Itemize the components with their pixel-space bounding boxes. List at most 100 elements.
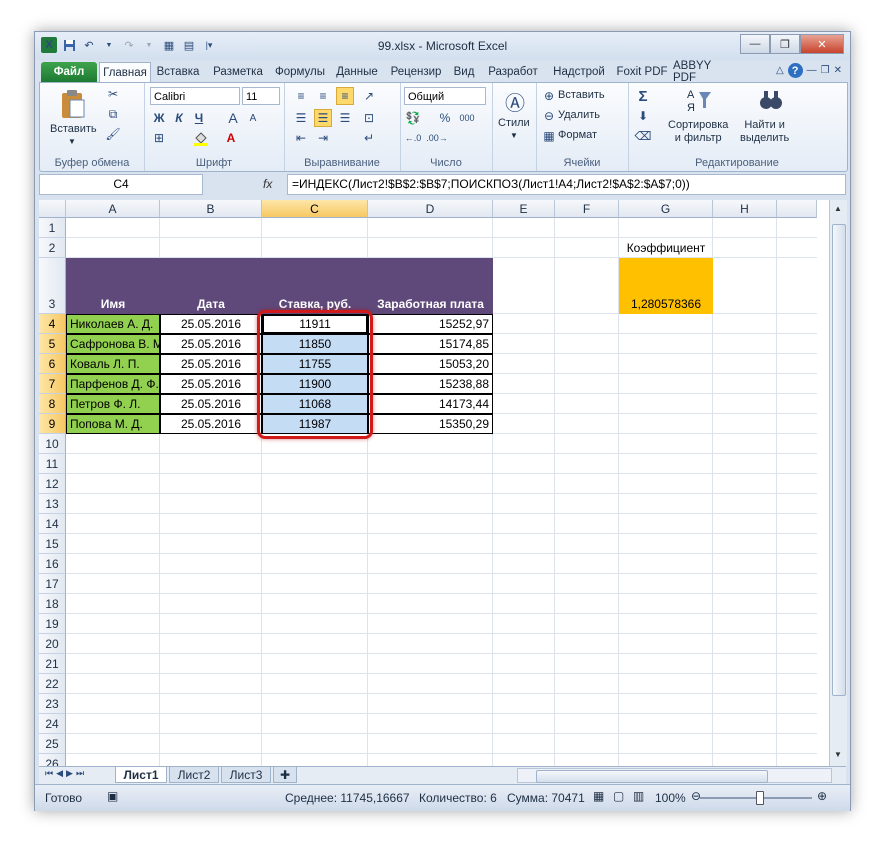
- italic-button[interactable]: К: [170, 109, 188, 127]
- currency-icon[interactable]: 💱: [404, 109, 422, 127]
- row-header-24[interactable]: 24: [39, 714, 66, 734]
- merge-icon[interactable]: ⊡: [360, 109, 378, 127]
- paste-button[interactable]: Вставить: [50, 123, 97, 135]
- row-header-3[interactable]: 3: [39, 258, 66, 314]
- restore-doc-icon[interactable]: ❐: [821, 65, 830, 76]
- clear-icon[interactable]: ⌫: [634, 127, 652, 145]
- date-cell[interactable]: 25.05.2016: [160, 334, 262, 354]
- align-left-icon[interactable]: ☰: [292, 109, 310, 127]
- align-middle-icon[interactable]: ≡: [314, 87, 332, 105]
- select-all-corner[interactable]: [39, 200, 66, 218]
- row-header-4[interactable]: 4: [39, 314, 66, 334]
- page-break-icon[interactable]: ▥: [633, 789, 644, 803]
- increase-indent-icon[interactable]: ⇥: [314, 129, 332, 147]
- macro-record-icon[interactable]: ▣: [107, 789, 118, 803]
- scroll-thumb[interactable]: [832, 224, 846, 696]
- row-header-2[interactable]: 2: [39, 238, 66, 258]
- column-header-g[interactable]: G: [619, 200, 713, 218]
- decrease-decimal-icon[interactable]: .00→: [426, 129, 448, 147]
- date-cell[interactable]: 25.05.2016: [160, 374, 262, 394]
- minimize-button[interactable]: —: [740, 34, 770, 54]
- date-cell[interactable]: 25.05.2016: [160, 314, 262, 334]
- row-header-22[interactable]: 22: [39, 674, 66, 694]
- row-header-8[interactable]: 8: [39, 394, 66, 414]
- row-header-7[interactable]: 7: [39, 374, 66, 394]
- tab-addins[interactable]: Надстрой: [547, 62, 611, 82]
- row-header-14[interactable]: 14: [39, 514, 66, 534]
- format-cells-icon[interactable]: ▦: [540, 127, 558, 145]
- column-header-d[interactable]: D: [368, 200, 493, 218]
- close-doc-icon[interactable]: ✕: [834, 65, 842, 76]
- help-icon[interactable]: ?: [787, 63, 803, 78]
- close-button[interactable]: ✕: [800, 34, 844, 54]
- number-format-select[interactable]: Общий: [404, 87, 486, 105]
- thousands-button[interactable]: 000: [458, 109, 476, 127]
- row-header-16[interactable]: 16: [39, 554, 66, 574]
- sheet-tab-2[interactable]: Лист2: [169, 767, 219, 783]
- column-header-e[interactable]: E: [493, 200, 555, 218]
- name-cell[interactable]: Сафронова В. М.: [66, 334, 160, 354]
- styles-dropdown-icon[interactable]: ▼: [510, 131, 518, 140]
- row-header-25[interactable]: 25: [39, 734, 66, 754]
- coefficient-label[interactable]: Коэффициент: [619, 238, 713, 258]
- salary-cell[interactable]: 15174,85: [368, 334, 493, 354]
- zoom-level[interactable]: 100%: [655, 791, 686, 805]
- collapse-ribbon-icon[interactable]: △: [776, 65, 784, 76]
- salary-cell[interactable]: 15350,29: [368, 414, 493, 434]
- percent-button[interactable]: %: [436, 109, 454, 127]
- table-header-cell[interactable]: Ставка, руб.: [262, 258, 368, 314]
- find-select-button[interactable]: Найти и выделить: [740, 119, 789, 145]
- table-header-cell[interactable]: Дата: [160, 258, 262, 314]
- row-header-19[interactable]: 19: [39, 614, 66, 634]
- salary-cell[interactable]: 15053,20: [368, 354, 493, 374]
- horizontal-scrollbar[interactable]: [517, 768, 832, 783]
- row-header-17[interactable]: 17: [39, 574, 66, 594]
- grow-font-button[interactable]: A: [224, 109, 242, 127]
- tab-insert[interactable]: Вставка: [153, 62, 203, 82]
- font-name-select[interactable]: Calibri: [150, 87, 240, 105]
- zoom-slider-thumb[interactable]: [756, 791, 764, 805]
- styles-icon[interactable]: Ⓐ: [502, 87, 528, 115]
- sort-filter-icon[interactable]: АЯ: [684, 85, 714, 115]
- name-cell[interactable]: Парфенов Д. Ф.: [66, 374, 160, 394]
- name-cell[interactable]: Попова М. Д.: [66, 414, 160, 434]
- zoom-out-icon[interactable]: ⊖: [691, 789, 701, 803]
- row-header-6[interactable]: 6: [39, 354, 66, 374]
- row-header-23[interactable]: 23: [39, 694, 66, 714]
- tab-data[interactable]: Данные: [331, 62, 383, 82]
- row-header-5[interactable]: 5: [39, 334, 66, 354]
- delete-cells-icon[interactable]: ⊖: [540, 107, 558, 125]
- scroll-up-icon[interactable]: ▲: [832, 202, 844, 216]
- tab-abbyy[interactable]: ABBYY PDF: [673, 60, 733, 84]
- coefficient-value[interactable]: 1,280578366: [619, 258, 713, 314]
- format-cells-button[interactable]: Формат: [558, 129, 597, 141]
- column-header-c[interactable]: C: [262, 200, 368, 218]
- font-size-select[interactable]: 11: [242, 87, 280, 105]
- orientation-icon[interactable]: ↗: [360, 87, 378, 105]
- formula-input[interactable]: =ИНДЕКС(Лист2!$B$2:$B$7;ПОИСКПОЗ(Лист1!A…: [287, 174, 846, 195]
- column-header-h[interactable]: H: [713, 200, 777, 218]
- column-header-b[interactable]: B: [160, 200, 262, 218]
- row-header-13[interactable]: 13: [39, 494, 66, 514]
- table-header-cell[interactable]: Заработная плата: [368, 258, 493, 314]
- column-header-f[interactable]: F: [555, 200, 619, 218]
- row-header-11[interactable]: 11: [39, 454, 66, 474]
- increase-decimal-icon[interactable]: ←.0: [404, 129, 422, 147]
- row-header-18[interactable]: 18: [39, 594, 66, 614]
- paste-dropdown-icon[interactable]: ▼: [68, 137, 76, 146]
- underline-button[interactable]: Ч: [190, 109, 208, 127]
- hscroll-thumb[interactable]: [536, 770, 768, 783]
- row-header-21[interactable]: 21: [39, 654, 66, 674]
- table-header-cell[interactable]: Имя: [66, 258, 160, 314]
- salary-cell[interactable]: 14173,44: [368, 394, 493, 414]
- date-cell[interactable]: 25.05.2016: [160, 414, 262, 434]
- row-header-9[interactable]: 9: [39, 414, 66, 434]
- row-header-15[interactable]: 15: [39, 534, 66, 554]
- row-header-20[interactable]: 20: [39, 634, 66, 654]
- wrap-text-icon[interactable]: ↵: [360, 129, 378, 147]
- tab-review[interactable]: Рецензир: [385, 62, 447, 82]
- tab-formulas[interactable]: Формулы: [271, 62, 329, 82]
- name-cell[interactable]: Коваль Л. П.: [66, 354, 160, 374]
- row-header-26[interactable]: 26: [39, 754, 66, 766]
- shrink-font-button[interactable]: A: [244, 109, 262, 127]
